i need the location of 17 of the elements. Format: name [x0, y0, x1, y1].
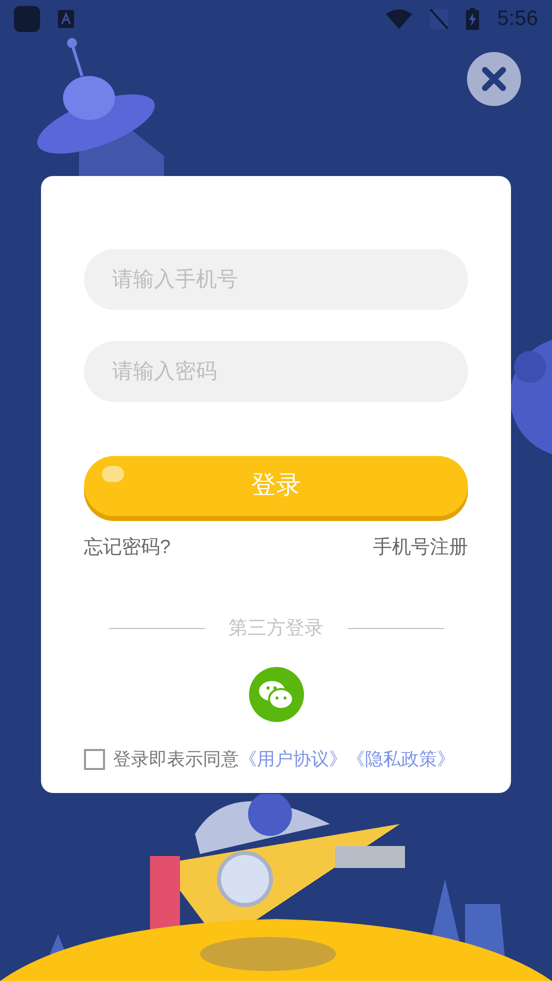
- no-sim-icon: [430, 9, 448, 29]
- login-button[interactable]: 登录: [84, 456, 468, 516]
- forgot-password-link[interactable]: 忘记密码?: [84, 534, 171, 562]
- third-party-login-label: 第三方登录: [228, 616, 324, 640]
- chat-bubbles-icon: [258, 678, 294, 710]
- policy-link[interactable]: 《隐私政策》: [347, 746, 455, 773]
- close-icon: [481, 66, 507, 92]
- policy-link[interactable]: 《用户协议》: [239, 746, 347, 773]
- wifi-icon: [386, 9, 412, 29]
- agreement-checkbox[interactable]: [84, 749, 105, 770]
- keyboard-icon: [58, 10, 74, 28]
- register-link[interactable]: 手机号注册: [373, 534, 468, 562]
- status-time: 5:56: [497, 6, 538, 32]
- battery-charging-icon: [466, 8, 480, 30]
- close-button[interactable]: [467, 52, 521, 106]
- app-icon: [14, 6, 40, 32]
- agreement-text: 登录即表示同意: [113, 748, 239, 771]
